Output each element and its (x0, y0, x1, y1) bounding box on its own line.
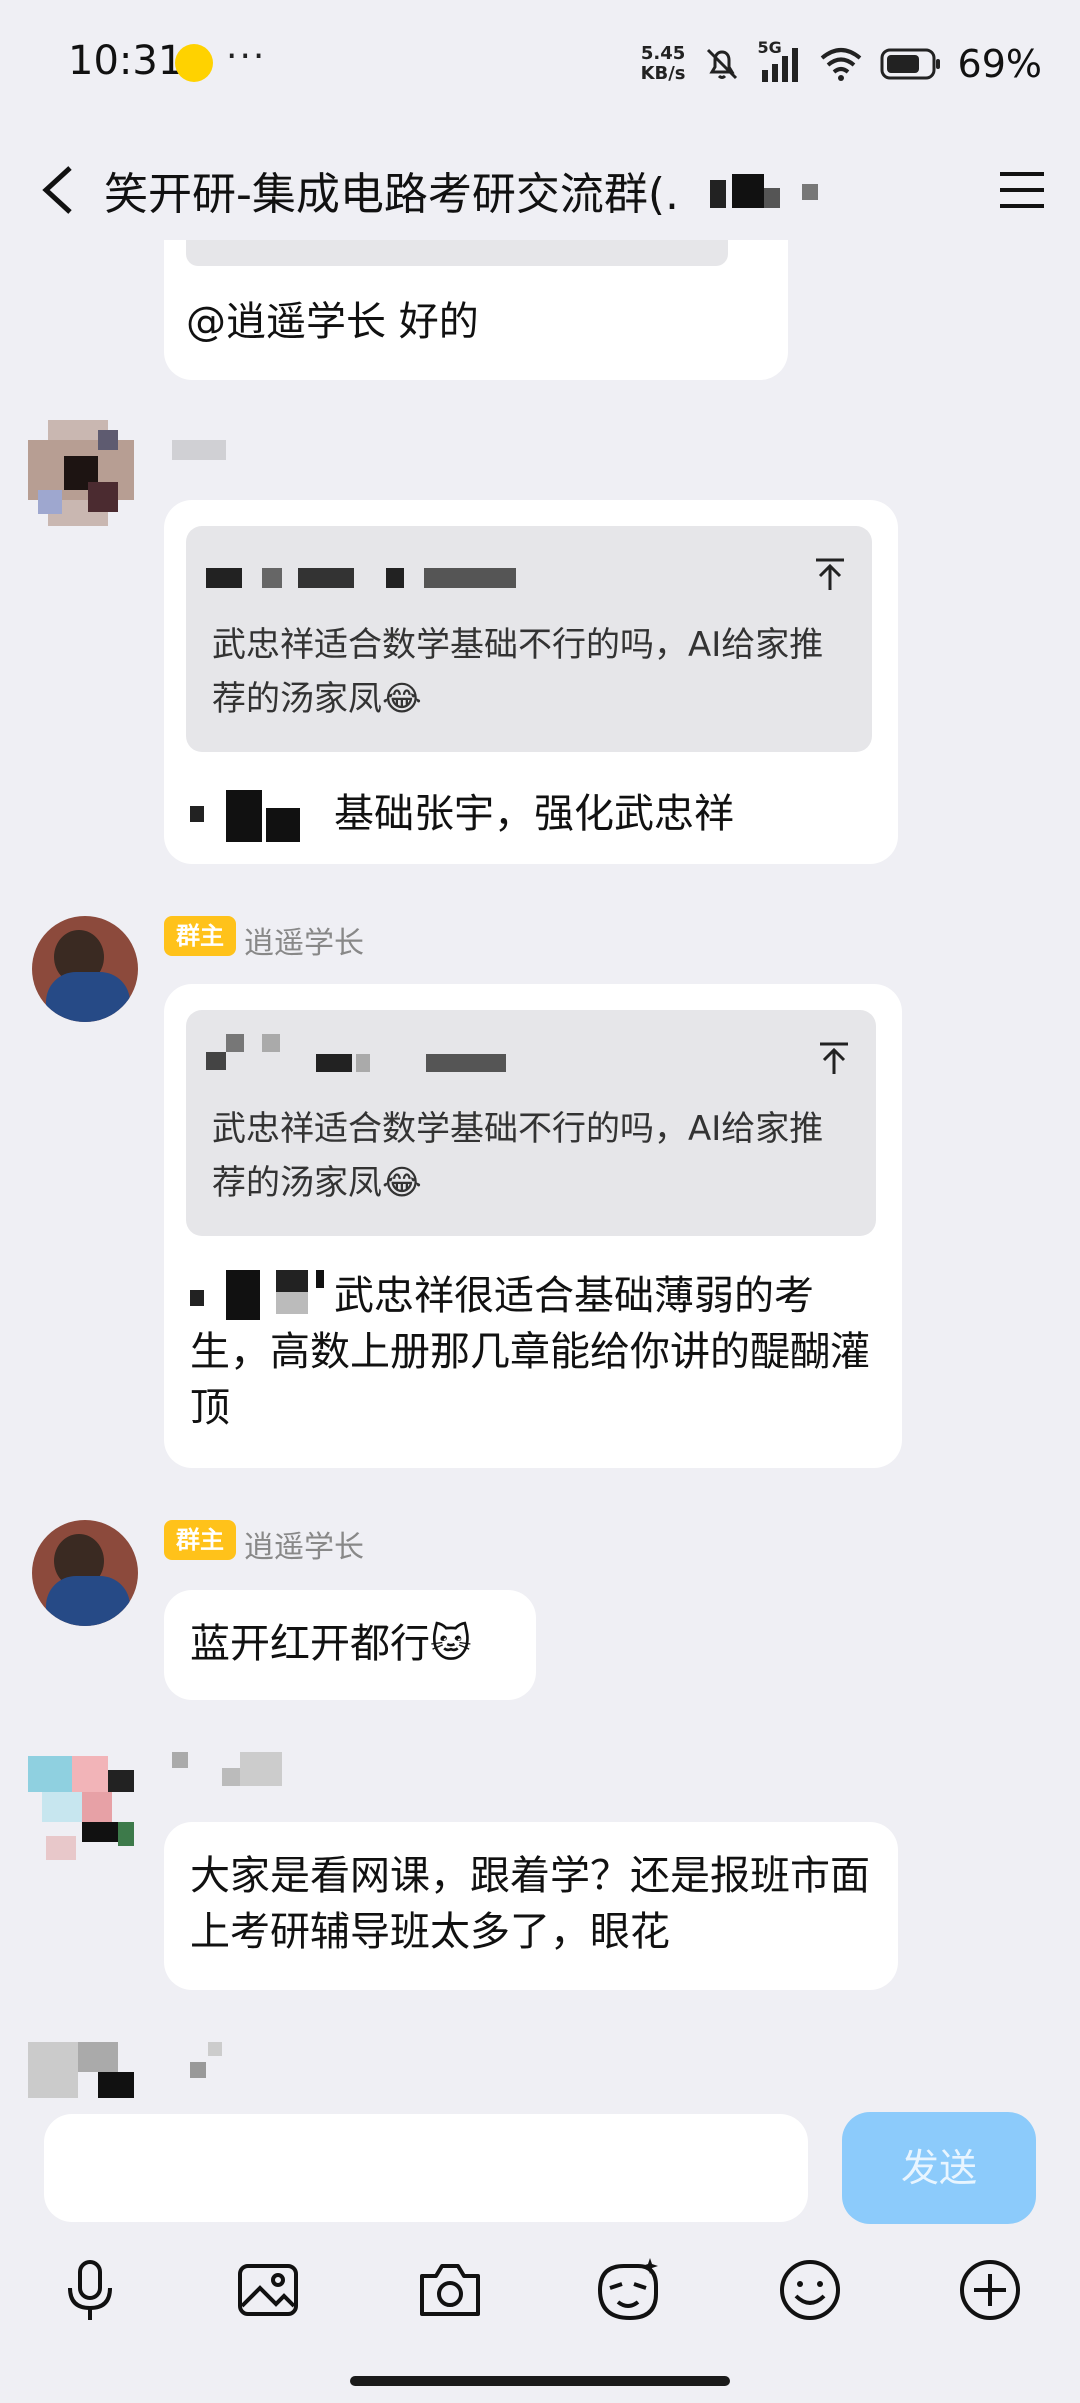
status-time: 10:31 (68, 38, 184, 84)
quoted-message[interactable]: 武忠祥适合数学基础不行的吗，AI给家推荐的汤家凤😂 (186, 526, 872, 752)
message-text: @逍遥学长 好的 (186, 299, 479, 345)
redacted-mention (190, 790, 300, 846)
jump-to-top-icon[interactable] (814, 1038, 854, 1078)
sender-name[interactable]: 逍遥学长 (244, 1522, 364, 1566)
input-toolbar (0, 2236, 1080, 2348)
group-owner-avatar[interactable] (32, 1520, 138, 1626)
message-bubble[interactable]: @逍遥学长 好的 (164, 240, 788, 380)
redacted-quote-sender (206, 1034, 506, 1072)
microphone-icon[interactable] (54, 2254, 126, 2326)
group-title: 笑开研-集成电路考研交流群(. (104, 169, 680, 220)
redacted-sender-name (172, 1752, 282, 1788)
jump-to-top-icon[interactable] (810, 554, 850, 594)
message-bubble[interactable]: 武忠祥适合数学基础不行的吗，AI给家推荐的汤家凤😂 武忠祥很适合基础薄弱的考生，… (164, 984, 902, 1468)
cellular-signal-icon: 5G (758, 38, 802, 84)
network-speed: 5.45 KB/s (641, 44, 686, 84)
home-indicator[interactable] (350, 2376, 730, 2386)
redacted-sender-name (172, 440, 226, 460)
avatar[interactable] (28, 1756, 134, 1862)
message-bubble[interactable]: 蓝开红开都行🐱 (164, 1590, 536, 1700)
avatar[interactable] (28, 2042, 134, 2098)
message-bubble[interactable]: 大家是看网课，跟着学？还是报班市面上考研辅导班太多了，眼花 (164, 1822, 898, 1990)
network-speed-value: 5.45 (640, 43, 686, 64)
menu-button[interactable] (992, 160, 1052, 220)
status-indicators: 5.45 KB/s 5G 69% (641, 34, 1042, 94)
network-speed-unit: KB/s (640, 63, 686, 84)
image-icon[interactable] (232, 2254, 304, 2326)
plus-icon[interactable] (954, 2254, 1026, 2326)
message-text: 蓝开红开都行🐱 (190, 1621, 472, 1667)
battery-percentage: 69% (957, 42, 1042, 86)
emoji-icon[interactable] (774, 2254, 846, 2326)
quoted-text: 武忠祥适合数学基础不行的吗，AI给家推荐的汤家凤😂 (212, 1109, 824, 1203)
chat-header: 笑开研-集成电路考研交流群(. (0, 130, 1080, 250)
redacted-title-pixels (710, 174, 820, 214)
app-notification-icon (175, 44, 213, 82)
sender-name[interactable]: 逍遥学长 (244, 918, 364, 962)
mute-bell-icon (706, 48, 737, 80)
input-bar: 发送 (0, 2100, 1080, 2224)
send-button[interactable]: 发送 (842, 2112, 1036, 2224)
sticker-icon[interactable] (592, 2254, 664, 2326)
message-text: 武忠祥很适合基础薄弱的考生，高数上册那几章能给你讲的醍醐灌顶 (190, 1273, 870, 1431)
battery-icon (880, 48, 940, 80)
wifi-icon (820, 48, 861, 81)
quoted-message[interactable]: 武忠祥适合数学基础不行的吗，AI给家推荐的汤家凤😂 (186, 1010, 876, 1236)
redacted-quote-sender (206, 568, 516, 588)
avatar[interactable] (28, 420, 134, 526)
group-owner-avatar[interactable] (32, 916, 138, 1022)
quoted-text: 武忠祥适合数学基础不行的吗，AI给家推荐的汤家凤😂 (212, 625, 824, 719)
status-bar: 10:31 ··· 5.45 KB/s 5G 69% (0, 0, 1080, 130)
message-text: 大家是看网课，跟着学？还是报班市面上考研辅导班太多了，眼花 (190, 1853, 870, 1955)
message-input[interactable] (44, 2114, 808, 2222)
group-owner-badge: 群主 (164, 916, 236, 956)
back-button[interactable] (30, 160, 90, 220)
more-notifications-icon: ··· (226, 36, 267, 77)
camera-icon[interactable] (414, 2254, 486, 2326)
quote-bar-remnant (186, 240, 728, 266)
message-text: 基础张宇，强化武忠祥 (334, 791, 734, 837)
group-owner-badge: 群主 (164, 1520, 236, 1560)
message-bubble[interactable]: 武忠祥适合数学基础不行的吗，AI给家推荐的汤家凤😂 基础张宇，强化武忠祥 (164, 500, 898, 864)
redacted-sender-name (190, 2042, 230, 2082)
